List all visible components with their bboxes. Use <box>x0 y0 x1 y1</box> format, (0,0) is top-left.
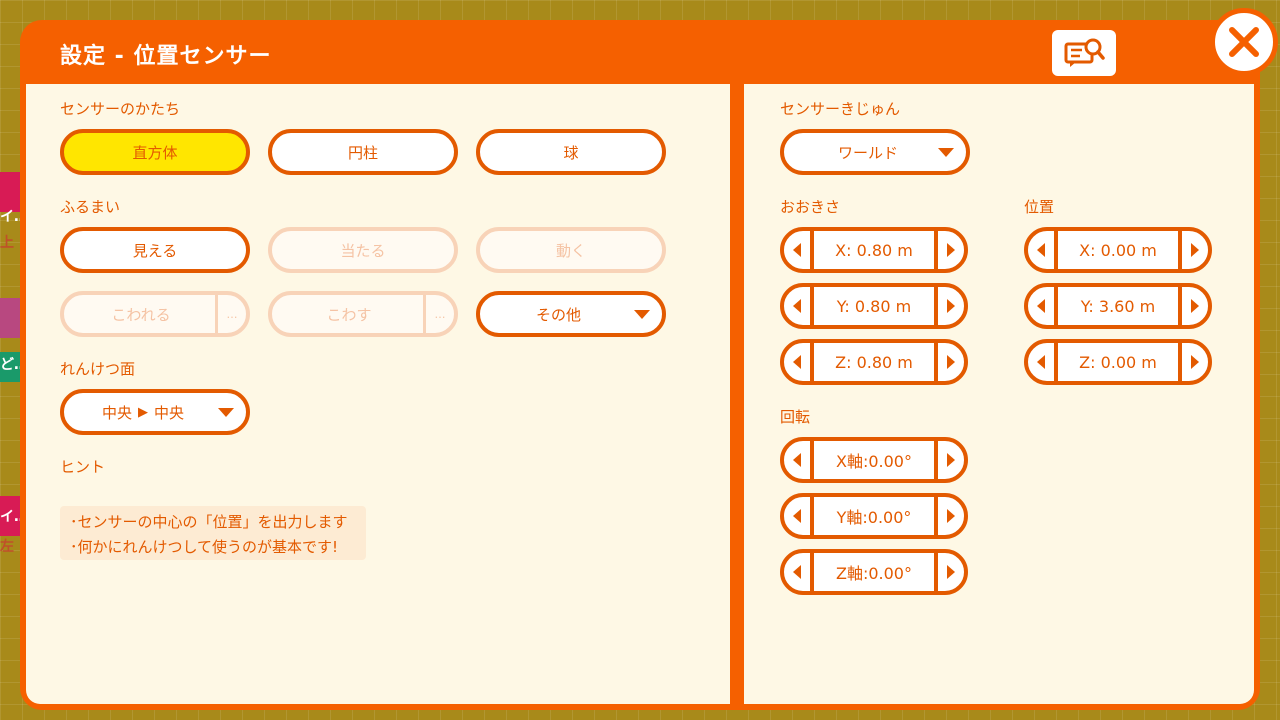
arrow-left-icon <box>1037 299 1045 313</box>
connection-from: 中央 <box>102 403 133 422</box>
decrement-button[interactable] <box>1028 231 1058 269</box>
connection-to: 中央 <box>154 403 185 422</box>
position-label: 位置 <box>1024 198 1055 216</box>
right-panel: センサーきじゅん ワールド おおきさ 位置 X: 0.80 m Y: 0.80 … <box>744 84 1254 704</box>
behavior-destroy-label: こわす <box>326 305 372 324</box>
arrow-left-icon <box>793 453 801 467</box>
size-z-value[interactable]: Z: 0.80 m <box>814 343 934 381</box>
arrow-left-icon <box>793 299 801 313</box>
arrow-left-icon <box>1037 355 1045 369</box>
arrow-right-icon <box>947 565 955 579</box>
size-z-stepper: Z: 0.80 m <box>780 339 968 385</box>
decrement-button[interactable] <box>784 441 814 479</box>
chevron-down-icon <box>634 310 650 319</box>
chevron-down-icon <box>938 148 954 157</box>
increment-button[interactable] <box>1178 231 1208 269</box>
size-y-stepper: Y: 0.80 m <box>780 283 968 329</box>
behavior-other-dropdown[interactable]: その他 <box>476 291 666 337</box>
arrow-right-icon <box>947 509 955 523</box>
increment-button[interactable] <box>934 231 964 269</box>
chevron-down-icon <box>218 408 234 417</box>
increment-button[interactable] <box>934 441 964 479</box>
rotation-z-value[interactable]: Z軸:0.00° <box>814 553 934 591</box>
decrement-button[interactable] <box>784 553 814 591</box>
position-y-stepper: Y: 3.60 m <box>1024 283 1212 329</box>
sensor-basis-value: ワールド <box>838 143 899 162</box>
background-tile <box>0 298 22 338</box>
settings-dialog: 設定 - 位置センサー センサーのかたち 直方体 円柱 球 ふるまい 見える 当… <box>20 8 1278 710</box>
decrement-button[interactable] <box>784 287 814 325</box>
arrow-right-icon <box>947 355 955 369</box>
arrow-left-icon <box>1037 243 1045 257</box>
behavior-break-label: こわれる <box>111 305 171 324</box>
size-label: おおきさ <box>780 198 841 216</box>
break-more-button[interactable]: … <box>215 295 246 333</box>
close-icon <box>1229 27 1259 57</box>
rotation-y-stepper: Y軸:0.00° <box>780 493 968 539</box>
destroy-more-button[interactable]: … <box>423 295 454 333</box>
position-x-value[interactable]: X: 0.00 m <box>1058 231 1178 269</box>
decrement-button[interactable] <box>1028 287 1058 325</box>
arrow-left-icon <box>793 355 801 369</box>
decrement-button[interactable] <box>784 497 814 535</box>
shape-cylinder-button[interactable]: 円柱 <box>268 129 458 175</box>
arrow-right-icon <box>947 243 955 257</box>
arrow-right-icon <box>1191 243 1199 257</box>
arrow-right-icon <box>947 299 955 313</box>
position-z-value[interactable]: Z: 0.00 m <box>1058 343 1178 381</box>
behavior-hit-button[interactable]: 当たる <box>268 227 458 273</box>
increment-button[interactable] <box>934 343 964 381</box>
size-x-value[interactable]: X: 0.80 m <box>814 231 934 269</box>
position-z-stepper: Z: 0.00 m <box>1024 339 1212 385</box>
sensor-basis-label: センサーきじゅん <box>780 100 901 118</box>
behavior-label: ふるまい <box>60 198 121 216</box>
rotation-z-stepper: Z軸:0.00° <box>780 549 968 595</box>
hint-label: ヒント <box>60 458 106 476</box>
shape-sphere-button[interactable]: 球 <box>476 129 666 175</box>
search-doc-icon <box>1064 38 1105 67</box>
shape-label: センサーのかたち <box>60 100 181 118</box>
sensor-basis-dropdown[interactable]: ワールド <box>780 129 970 175</box>
left-panel: センサーのかたち 直方体 円柱 球 ふるまい 見える 当たる 動く こわれる …… <box>26 84 730 704</box>
arrow-left-icon <box>793 243 801 257</box>
help-button[interactable] <box>1052 30 1116 76</box>
behavior-break-button[interactable]: こわれる … <box>60 291 250 337</box>
play-arrow-icon: ▶ <box>138 404 149 420</box>
close-button[interactable] <box>1210 8 1278 76</box>
arrow-left-icon <box>793 565 801 579</box>
decrement-button[interactable] <box>784 343 814 381</box>
background-text: 左 <box>0 539 14 555</box>
arrow-left-icon <box>793 509 801 523</box>
hint-box: ･センサーの中心の「位置」を出力します ･何かにれんけつして使うのが基本です! <box>60 506 366 560</box>
rotation-y-value[interactable]: Y軸:0.00° <box>814 497 934 535</box>
shape-cuboid-button[interactable]: 直方体 <box>60 129 250 175</box>
position-x-stepper: X: 0.00 m <box>1024 227 1212 273</box>
increment-button[interactable] <box>934 287 964 325</box>
size-y-value[interactable]: Y: 0.80 m <box>814 287 934 325</box>
connection-dropdown[interactable]: 中央 ▶ 中央 <box>60 389 250 435</box>
arrow-right-icon <box>1191 299 1199 313</box>
arrow-right-icon <box>1191 355 1199 369</box>
increment-button[interactable] <box>1178 343 1208 381</box>
increment-button[interactable] <box>934 497 964 535</box>
decrement-button[interactable] <box>784 231 814 269</box>
decrement-button[interactable] <box>1028 343 1058 381</box>
increment-button[interactable] <box>1178 287 1208 325</box>
behavior-destroy-button[interactable]: こわす … <box>268 291 458 337</box>
position-y-value[interactable]: Y: 3.60 m <box>1058 287 1178 325</box>
rotation-x-value[interactable]: X軸:0.00° <box>814 441 934 479</box>
behavior-move-button[interactable]: 動く <box>476 227 666 273</box>
rotation-label: 回転 <box>780 408 811 426</box>
increment-button[interactable] <box>934 553 964 591</box>
rotation-x-stepper: X軸:0.00° <box>780 437 968 483</box>
behavior-other-label: その他 <box>536 305 582 324</box>
size-x-stepper: X: 0.80 m <box>780 227 968 273</box>
hint-line-2: ･何かにれんけつして使うのが基本です! <box>70 538 339 556</box>
background-text: 上 <box>0 235 14 251</box>
behavior-visible-button[interactable]: 見える <box>60 227 250 273</box>
hint-line-1: ･センサーの中心の「位置」を出力します <box>70 513 348 531</box>
arrow-right-icon <box>947 453 955 467</box>
dialog-title: 設定 - 位置センサー <box>60 44 272 69</box>
connection-label: れんけつ面 <box>60 360 136 378</box>
